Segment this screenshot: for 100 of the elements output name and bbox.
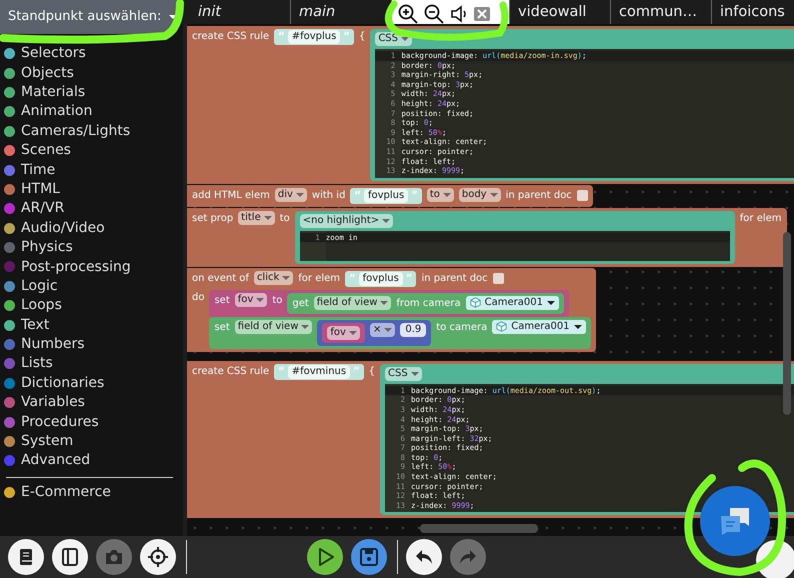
category-label: AR/VR [21,199,64,218]
undo-button[interactable] [406,539,442,575]
category-item[interactable]: Physics [4,238,183,258]
block-label: for elem [298,272,340,286]
dropdown[interactable]: body [458,188,501,202]
caret-icon [410,372,419,376]
zoom-out-icon[interactable] [424,4,444,24]
block-label: from camera [396,296,461,311]
category-item[interactable]: E-Commerce [4,482,183,502]
chat-icon[interactable] [718,506,752,536]
checkbox[interactable] [576,190,588,201]
scrollbar[interactable] [420,524,538,533]
category-item[interactable]: Dictionaries [4,374,183,394]
text-block[interactable]: “ fovplus ” [350,188,422,204]
dropdown[interactable]: to [426,188,454,202]
zoom-in-icon[interactable] [398,4,418,24]
category-item[interactable]: Objects [4,63,183,83]
block-label: in parent doc [421,272,488,286]
block-label: with id [312,188,346,203]
code-block[interactable] [187,26,794,184]
text-field[interactable]: fovplus [364,188,408,203]
dropdown[interactable]: × [370,322,396,337]
block-label: set [214,294,230,308]
text-block[interactable]: “ #fovminus ” [274,364,364,380]
category-label: HTML [21,180,60,199]
code-block[interactable]: set field of view fov × 0.9 to camera Camera001 [209,316,591,349]
object-dropdown[interactable]: Camera001 [466,296,559,310]
code-block[interactable]: fov × 0.9 [317,320,432,346]
category-item[interactable]: Logic [4,276,183,296]
block-label: set prop [192,212,234,226]
category-item[interactable]: Numbers [4,334,183,354]
category-item[interactable]: Procedures [4,412,183,432]
dropdown[interactable]: title [238,210,275,225]
save-button[interactable] [351,539,387,575]
code-block[interactable]: add HTML elem div with id “ fovplus ” to body in parent doc [187,184,593,207]
block-label: do [192,290,204,305]
redo-button[interactable] [450,539,486,575]
caret-icon [301,324,310,329]
category-item[interactable]: Selectors [4,44,183,64]
number-field[interactable]: 0.9 [400,322,426,337]
category-item[interactable]: AR/VR [4,199,183,219]
category-label: Post-processing [21,258,131,276]
code-block[interactable]: set fov to get field of view from camera Camera001 [209,290,569,317]
block-label: set [214,320,230,335]
category-item[interactable]: Time [4,160,183,180]
dropdown[interactable]: field of view [314,296,392,310]
scrollbar[interactable] [783,232,791,415]
crosshair-icon [148,547,168,567]
text-field[interactable]: fovplus [358,272,403,286]
speaker-icon[interactable] [450,5,468,23]
dropdown[interactable]: div [274,188,307,202]
quote-mark: “ [278,30,285,44]
code-block[interactable]: on event of click for elem “ fovplus ” in parent doc do set fov to get field of view from camera Camera001 set field of view fov × 0.9 to camera Camera001 [187,268,596,352]
text-field[interactable]: #fovplus [288,30,340,44]
dropdown[interactable]: fov [327,326,360,340]
category-item[interactable]: Audio/Video [4,218,183,238]
code-block[interactable]: fov [322,322,365,343]
close-icon[interactable] [474,7,490,21]
caret-icon [442,192,451,197]
dropdown[interactable]: CSS [375,32,412,46]
category-item[interactable]: HTML [4,180,183,200]
dropdown[interactable]: field of view [234,320,312,334]
book-button[interactable] [8,539,44,575]
category-item[interactable]: Text [4,315,183,335]
category-item[interactable]: Scenes [4,140,183,160]
text-block[interactable]: “ #fovplus ” [274,29,354,45]
category-item[interactable]: Cameras/Lights [4,122,183,141]
category-item[interactable]: Lists [4,354,183,374]
view-dropdown[interactable]: Standpunkt auswählen: [0,0,178,34]
tab[interactable]: infoicons [712,0,793,24]
category-item[interactable]: Animation [4,102,183,122]
play-button[interactable] [307,539,343,575]
category-item[interactable]: Advanced [4,451,183,471]
dropdown[interactable]: CSS [385,366,422,381]
caret-icon [401,37,409,41]
code-block[interactable]: get field of view from camera Camera001 [287,292,564,314]
dropdown[interactable]: <no highlight> [300,214,394,228]
text-field[interactable]: #fovminus [288,364,350,379]
category-item[interactable]: System [4,432,183,452]
quote-mark: ” [353,364,360,379]
panel-button[interactable] [52,539,88,575]
dropdown[interactable]: click [254,270,294,285]
category-item[interactable]: Loops [4,296,183,316]
crosshair-button[interactable] [140,539,176,575]
dropdown[interactable]: fov [234,292,268,307]
text-block[interactable]: “ fovplus ” [345,270,416,287]
code-block[interactable] [370,29,794,181]
category-item[interactable]: Post-processing [4,257,183,277]
camera-button[interactable] [96,539,132,575]
code-block[interactable] [380,364,794,516]
code-editor[interactable] [375,49,794,178]
category-item[interactable]: Materials [4,82,183,102]
object-dropdown[interactable]: Camera001 [492,320,586,334]
checkbox[interactable] [492,272,504,284]
category-label: Cameras/Lights [21,122,130,141]
category-item[interactable]: Variables [4,393,183,412]
code-block[interactable] [187,360,794,518]
code-editor[interactable] [385,384,794,512]
block-label: to camera [436,320,488,335]
caret-icon [169,15,178,19]
